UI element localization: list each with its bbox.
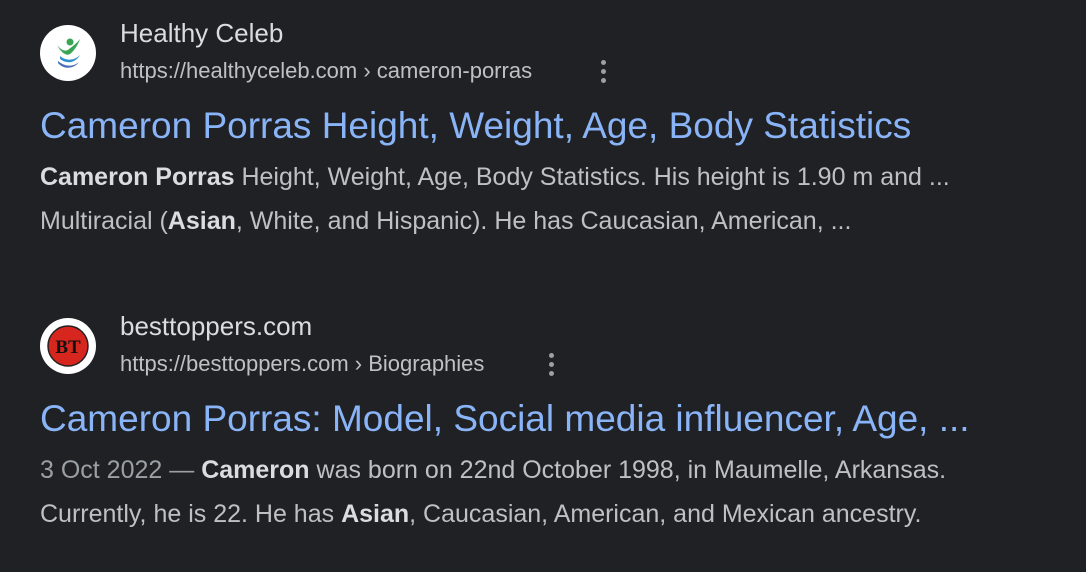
result-snippet: Cameron Porras Height, Weight, Age, Body… [40,155,1068,243]
search-result: Healthy Celeb https://healthyceleb.com ›… [40,17,1068,243]
snippet-highlight: Asian [167,207,236,235]
result-source[interactable]: Healthy Celeb https://healthyceleb.com ›… [40,17,1068,89]
snippet-line: Cameron Porras Height, Weight, Age, Body… [40,155,1068,199]
healthy-celeb-favicon-icon [40,25,96,81]
bt-logo-text: BT [55,337,81,358]
search-result: BT besttoppers.com https://besttoppers.c… [40,310,1068,536]
snippet-text: Height, Weight, Age, Body Statistics. Hi… [234,163,950,191]
result-title-link[interactable]: Cameron Porras Height, Weight, Age, Body… [40,103,1068,149]
result-snippet: 3 Oct 2022 — Cameron was born on 22nd Oc… [40,448,1068,536]
besttoppers-favicon-icon: BT [40,318,96,374]
site-name: Healthy Celeb [120,18,284,48]
site-url: https://healthyceleb.com › cameron-porra… [120,58,533,83]
snippet-text: Currently, he is 22. He has [40,500,342,528]
result-date: 3 Oct 2022 — [40,456,202,484]
snippet-line: Currently, he is 22. He has Asian, Cauca… [40,492,1068,536]
snippet-text: Multiracial ( [40,207,168,235]
snippet-highlight: Cameron Porras [40,163,235,191]
snippet-text: , Caucasian, American, and Mexican ances… [409,500,922,528]
result-title-link[interactable]: Cameron Porras: Model, Social media infl… [40,396,1068,442]
snippet-highlight: Asian [341,500,410,528]
snippet-highlight: Cameron [201,456,310,484]
site-name: besttoppers.com [120,311,313,341]
snippet-text: was born on 22nd October 1998, in Maumel… [309,456,947,484]
snippet-line: 3 Oct 2022 — Cameron was born on 22nd Oc… [40,448,1068,492]
more-options-icon[interactable] [591,57,615,85]
snippet-line: Multiracial (Asian, White, and Hispanic)… [40,199,1068,243]
site-url: https://besttoppers.com › Biographies [120,351,485,376]
snippet-text: , White, and Hispanic). He has Caucasian… [235,207,852,235]
more-options-icon[interactable] [539,350,563,378]
result-source[interactable]: BT besttoppers.com https://besttoppers.c… [40,310,1068,382]
